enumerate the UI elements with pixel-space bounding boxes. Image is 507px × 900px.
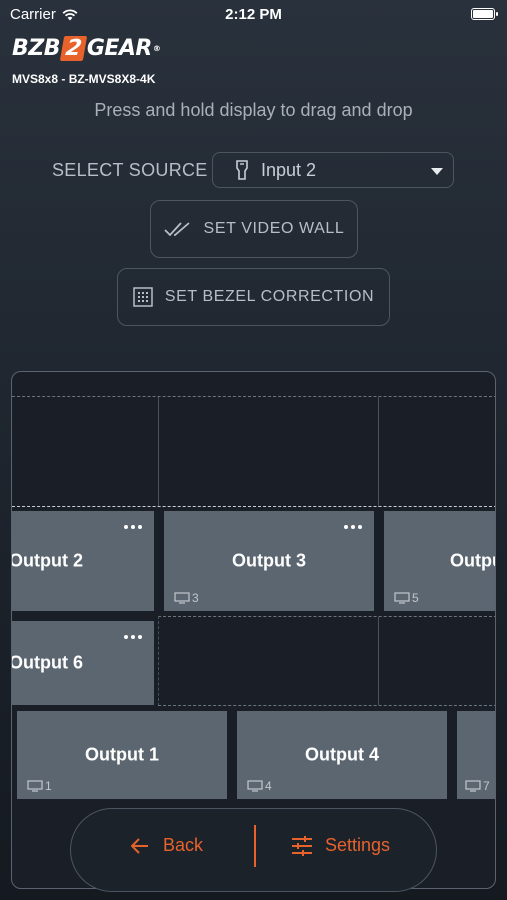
source-selected-value: Input 2 [261, 159, 317, 180]
output-tile[interactable]: Output 5 [384, 511, 495, 611]
clock: 2:12 PM [225, 6, 282, 23]
grid-guide-line [158, 616, 159, 706]
display-number: 3 [192, 591, 199, 605]
display-number: 5 [412, 591, 419, 605]
set-bezel-correction-button[interactable]: SET BEZEL CORRECTION [117, 268, 390, 326]
grid-guide-line [158, 616, 495, 617]
brand-logo: BZB 2 GEAR ® [12, 36, 161, 61]
more-options-icon[interactable] [124, 635, 142, 639]
display-badge: 3 [174, 591, 199, 605]
more-options-icon[interactable] [124, 525, 142, 529]
grid-divider [158, 397, 159, 507]
monitor-icon [27, 780, 43, 792]
logo-text-left: BZB [12, 36, 61, 61]
output-label: Output 2 [11, 550, 83, 571]
grid-divider [378, 397, 379, 507]
monitor-icon [174, 592, 190, 604]
select-source-label: SELECT SOURCE [52, 160, 208, 180]
logo-text-right: GEAR [86, 36, 153, 61]
monitor-icon [394, 592, 410, 604]
sliders-icon [292, 835, 312, 856]
output-label: Output 3 [232, 550, 306, 571]
grid-dots-icon [133, 287, 153, 307]
output-label: Output 4 [305, 744, 379, 765]
grid-guide-line [158, 705, 495, 706]
set-video-wall-button[interactable]: SET VIDEO WALL [150, 200, 358, 258]
output-tile[interactable]: Output 6 [12, 621, 154, 705]
arrow-left-icon [131, 837, 148, 854]
double-check-icon [163, 222, 190, 237]
display-badge: 5 [394, 591, 419, 605]
monitor-icon [465, 780, 481, 792]
logo-text-mid: 2 [59, 36, 88, 61]
display-number: 1 [45, 779, 52, 793]
hdmi-port-icon [236, 160, 248, 180]
output-label: Output [450, 550, 495, 571]
grid-boundary-line [12, 506, 495, 507]
battery-icon [471, 8, 498, 20]
set-video-wall-label: SET VIDEO WALL [203, 220, 345, 237]
output-label: Output 6 [11, 652, 83, 673]
drag-drop-hint: Press and hold display to drag and drop [94, 100, 413, 120]
settings-button[interactable]: Settings [291, 835, 390, 856]
status-bar: Carrier 2:12 PM [0, 0, 507, 30]
settings-label: Settings [325, 835, 391, 855]
grid-divider [378, 617, 379, 705]
chevron-down-icon [431, 168, 443, 175]
output-tile[interactable]: Output 4 4 [237, 711, 447, 799]
output-tile[interactable]: Output 1 1 [17, 711, 227, 799]
output-label: Output 1 [85, 744, 159, 765]
display-number: 7 [483, 779, 490, 793]
back-label: Back [163, 835, 204, 855]
output-tile[interactable]: 7 [457, 711, 495, 799]
grid-guide-line [12, 396, 495, 397]
output-tile[interactable]: Output 3 3 [164, 511, 374, 611]
device-model: MVS8x8 - BZ-MVS8X8-4K [12, 72, 156, 86]
logo-registered-mark: ® [152, 44, 161, 53]
output-tile[interactable]: Output 2 [12, 511, 154, 611]
display-badge: 4 [247, 779, 272, 793]
display-number: 4 [265, 779, 272, 793]
set-bezel-correction-label: SET BEZEL CORRECTION [164, 288, 375, 305]
nav-divider [254, 825, 256, 867]
source-dropdown[interactable]: Input 2 [212, 152, 454, 188]
more-options-icon[interactable] [344, 525, 362, 529]
display-badge: 7 [465, 779, 490, 793]
back-button[interactable]: Back [131, 835, 203, 856]
display-badge: 1 [27, 779, 52, 793]
monitor-icon [247, 780, 263, 792]
bottom-nav-bar: Back Settings [70, 808, 437, 892]
